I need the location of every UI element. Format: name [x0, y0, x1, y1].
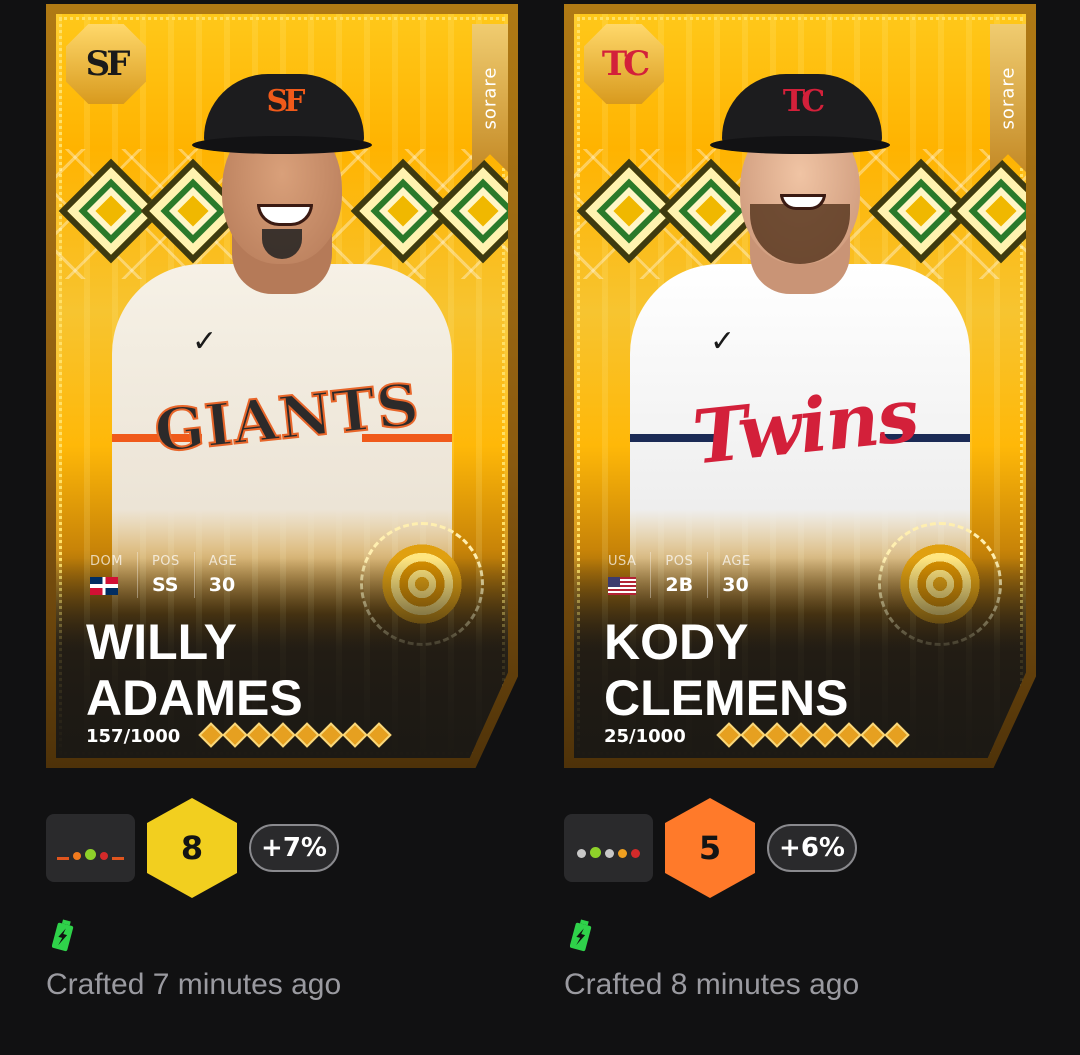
- bonus-percentage[interactable]: +6%: [767, 824, 857, 872]
- cap-logo: SF: [266, 84, 306, 119]
- form-dash: [112, 857, 124, 860]
- cap-brim: [192, 136, 372, 154]
- crafted-time: Crafted 8 minutes ago: [564, 968, 860, 1001]
- player-name: WILLY ADAMES: [86, 614, 303, 726]
- player-meta: DOM POS SS AGE 30: [80, 552, 251, 598]
- brand-tab: sorare: [472, 24, 508, 172]
- form-dot: [618, 849, 627, 858]
- nationality-label: USA: [608, 554, 637, 569]
- scarcity-diamond-icon: [740, 722, 766, 748]
- scarcity-diamond-icon: [342, 722, 368, 748]
- scarcity-diamond-icon: [318, 722, 344, 748]
- form-dash: [57, 857, 69, 860]
- form-dot: [590, 847, 601, 858]
- position-value: SS: [151, 574, 179, 596]
- form-dot: [577, 849, 586, 858]
- position-label: POS: [151, 554, 180, 569]
- player-last-name: ADAMES: [86, 670, 303, 726]
- scarcity-pattern: [716, 722, 910, 748]
- age: AGE 30: [193, 552, 251, 598]
- card-stats: 5 +6%: [564, 798, 857, 898]
- scarcity-diamond-icon: [884, 722, 910, 748]
- cap-brim: [710, 136, 890, 154]
- scarcity-diamond-icon: [246, 722, 272, 748]
- player-card-willy-adames[interactable]: SF ✓ GIANTS SF sorare DOM POS SS AGE 30 …: [46, 4, 518, 768]
- nike-swoosh-icon: ✓: [710, 324, 736, 359]
- scarcity-diamond-icon: [812, 722, 838, 748]
- usa-flag-icon: [608, 577, 636, 595]
- score-badge[interactable]: 5: [665, 798, 755, 898]
- position: POS 2B: [650, 552, 707, 598]
- position-label: POS: [665, 554, 694, 569]
- scarcity-diamond-icon: [198, 722, 224, 748]
- nationality: DOM: [80, 552, 137, 598]
- nationality: USA: [598, 552, 650, 598]
- energy-battery-icon: [570, 919, 592, 952]
- scarcity-pattern: [198, 722, 392, 748]
- twins-logo-icon: TC: [601, 44, 650, 84]
- scarcity-diamond-icon: [764, 722, 790, 748]
- form-dot: [100, 852, 108, 860]
- sorare-logo: sorare: [479, 66, 501, 130]
- form-dot: [85, 849, 96, 860]
- card-artwork: SF ✓ GIANTS SF sorare DOM POS SS AGE 30 …: [56, 14, 508, 758]
- position-value: 2B: [665, 574, 694, 596]
- form-dot: [605, 849, 614, 858]
- position: POS SS: [136, 552, 194, 598]
- form-dots: [56, 849, 125, 860]
- scarcity-diamond-icon: [366, 722, 392, 748]
- card-stats: 8 +7%: [46, 798, 339, 898]
- form-dot: [73, 852, 81, 860]
- dominican-flag-icon: [90, 577, 118, 595]
- energy-battery-icon: [52, 919, 74, 952]
- age: AGE 30: [707, 552, 764, 598]
- age-value: 30: [208, 574, 236, 596]
- age-label: AGE: [722, 554, 751, 569]
- form-dot: [631, 849, 640, 858]
- scarcity-diamond-icon: [788, 722, 814, 748]
- nationality-label: DOM: [90, 554, 123, 569]
- sf-giants-logo-icon: SF: [85, 44, 131, 84]
- brand-tab: sorare: [990, 24, 1026, 172]
- scarcity-diamond-icon: [716, 722, 742, 748]
- scarcity-diamond-icon: [222, 722, 248, 748]
- player-last-name: CLEMENS: [604, 670, 849, 726]
- nike-swoosh-icon: ✓: [192, 324, 218, 359]
- card-artwork: TC ✓ Twins TC sorare USA POS 2B AGE 30 K…: [574, 14, 1026, 758]
- player-card-kody-clemens[interactable]: TC ✓ Twins TC sorare USA POS 2B AGE 30 K…: [564, 4, 1036, 768]
- crafted-time: Crafted 7 minutes ago: [46, 968, 342, 1001]
- player-first-name: WILLY: [86, 614, 237, 670]
- sorare-logo: sorare: [997, 66, 1019, 130]
- scarcity-diamond-icon: [294, 722, 320, 748]
- bonus-percentage[interactable]: +7%: [249, 824, 339, 872]
- player-first-name: KODY: [604, 614, 749, 670]
- recent-form-chart[interactable]: [564, 814, 653, 882]
- team-badge: TC: [584, 24, 664, 104]
- scarcity-diamond-icon: [836, 722, 862, 748]
- serial-number: 25/1000: [604, 726, 686, 747]
- serial-number: 157/1000: [86, 726, 181, 747]
- team-badge: SF: [66, 24, 146, 104]
- form-dots: [574, 847, 643, 858]
- player-name: KODY CLEMENS: [604, 614, 848, 726]
- scarcity-diamond-icon: [860, 722, 886, 748]
- player-meta: USA POS 2B AGE 30: [598, 552, 765, 598]
- age-value: 30: [722, 574, 749, 596]
- scarcity-diamond-icon: [270, 722, 296, 748]
- age-label: AGE: [208, 554, 238, 569]
- recent-form-chart[interactable]: [46, 814, 135, 882]
- score-badge[interactable]: 8: [147, 798, 237, 898]
- cap-logo: TC: [782, 84, 825, 119]
